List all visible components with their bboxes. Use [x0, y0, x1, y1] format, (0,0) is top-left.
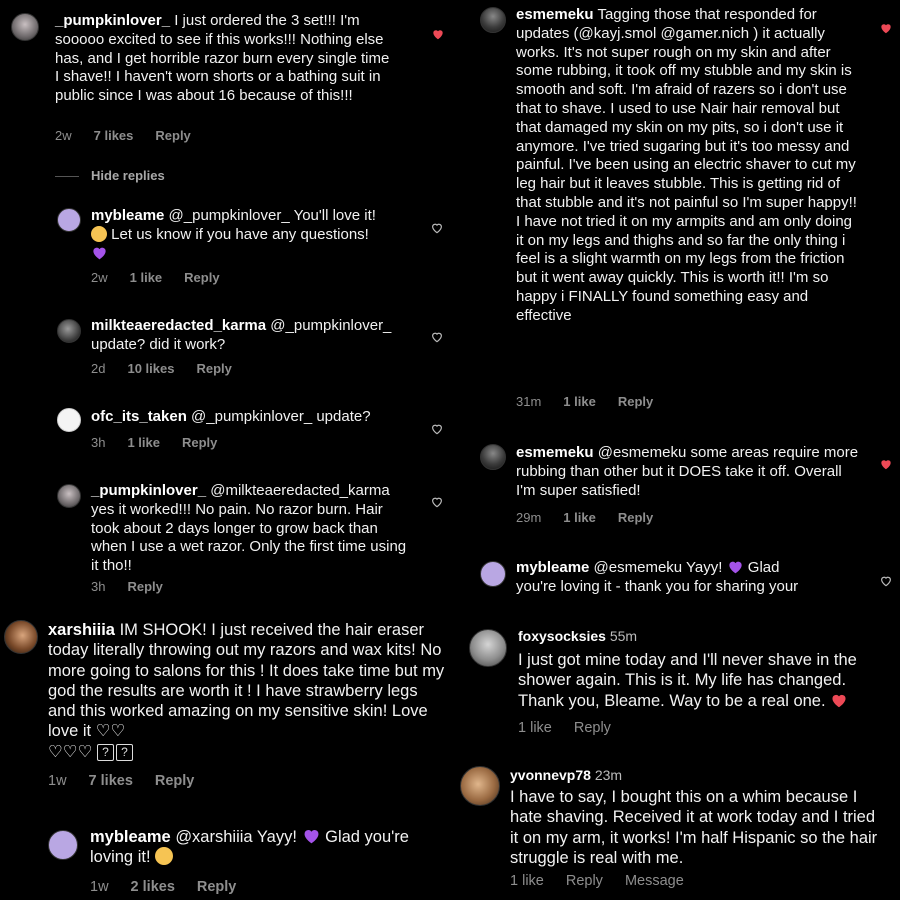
reply-button[interactable]: Reply — [184, 270, 219, 285]
comment-text: I just got mine today and I'll never sha… — [518, 651, 857, 710]
reply-button[interactable]: Reply — [618, 510, 653, 525]
heart-liked-icon[interactable] — [431, 27, 445, 41]
reply-button[interactable]: Reply — [197, 879, 237, 895]
comment-username[interactable]: mybleame — [91, 207, 164, 224]
comment-username[interactable]: _pumpkinlover_ — [55, 12, 170, 29]
avatar[interactable] — [480, 561, 506, 587]
avatar[interactable] — [57, 208, 81, 232]
comment-username[interactable]: mybleame — [516, 559, 589, 576]
heart-liked-icon[interactable] — [879, 457, 893, 471]
comment-header: foxysocksies 55m — [518, 628, 638, 644]
purple-heart-icon — [728, 561, 742, 574]
comment-username[interactable]: milkteaeredacted_karma — [91, 317, 266, 334]
avatar[interactable] — [460, 766, 500, 806]
blush-emoji-icon — [155, 847, 174, 866]
heart-liked-icon[interactable] — [879, 21, 893, 35]
comment-text: _pumpkinlover_ @milkteaeredacted_karma y… — [91, 482, 407, 575]
hide-replies-button[interactable]: Hide replies — [91, 168, 165, 183]
comment-meta: 2w 1 like Reply — [91, 270, 220, 285]
comment-meta: 3h 1 like Reply — [91, 435, 218, 450]
avatar[interactable] — [11, 13, 39, 41]
message-button[interactable]: Message — [625, 873, 684, 889]
comment-meta: 31m 1 like Reply — [516, 394, 654, 409]
comment-meta: 1 like Reply Message — [510, 873, 684, 889]
reply-button[interactable]: Reply — [127, 579, 162, 594]
avatar[interactable] — [57, 319, 81, 343]
white-heart-icon: ♡♡ — [95, 722, 126, 741]
purple-heart-icon — [93, 247, 106, 259]
comment-text: I have to say, I bought this on a whim b… — [510, 788, 878, 867]
heart-outline-icon[interactable] — [879, 574, 893, 588]
comment-meta: 1w 2 likes Reply — [90, 879, 237, 895]
purple-heart-icon — [304, 830, 318, 844]
reply-button[interactable]: Reply — [196, 361, 231, 376]
comment-text: mybleame @esmemeku Yayy! Glad you're lov… — [516, 559, 799, 595]
red-heart-icon — [832, 694, 846, 707]
avatar[interactable] — [4, 620, 38, 654]
reply-button[interactable]: Reply — [155, 128, 190, 143]
comments-panel-1: _pumpkinlover_ I just ordered the 3 set!… — [0, 0, 452, 598]
blush-emoji-icon — [91, 225, 107, 242]
avatar[interactable] — [57, 484, 81, 508]
comments-panel-3: xarshiiia IM SHOOK! I just received the … — [0, 598, 452, 900]
comment-text: _pumpkinlover_ I just ordered the 3 set!… — [55, 12, 390, 105]
heart-outline-icon[interactable] — [430, 330, 444, 344]
comment-meta: 2w 7 likes Reply — [55, 128, 191, 143]
reply-button[interactable]: Reply — [182, 435, 217, 450]
heart-outline-icon[interactable] — [430, 495, 444, 509]
comment-username[interactable]: foxysocksies — [518, 628, 606, 644]
comment-username[interactable]: esmemeku — [516, 444, 594, 461]
missing-glyph-icon: ? — [96, 743, 114, 761]
heart-outline-icon[interactable] — [430, 221, 444, 235]
avatar[interactable] — [48, 830, 78, 860]
comment-meta: 2d 10 likes Reply — [91, 361, 232, 376]
comment-text: milkteaeredacted_karma @_pumpkinlover_ u… — [91, 317, 392, 353]
avatar[interactable] — [480, 7, 506, 33]
comment-text: xarshiiia IM SHOOK! I just received the … — [48, 621, 445, 761]
comment-text: esmemeku @esmemeku some areas require mo… — [516, 444, 859, 499]
comment-username[interactable]: yvonnevp78 — [510, 767, 591, 783]
comment-text: mybleame @_pumpkinlover_ You'll love it!… — [91, 207, 411, 265]
comment-text: esmemeku Tagging those that responded fo… — [516, 6, 857, 324]
reply-button[interactable]: Reply — [566, 873, 603, 889]
comment-username[interactable]: esmemeku — [516, 6, 594, 23]
comment-text: ofc_its_taken @_pumpkinlover_ update? — [91, 408, 371, 425]
comment-username[interactable]: ofc_its_taken — [91, 408, 187, 425]
comment-username[interactable]: xarshiiia — [48, 621, 115, 639]
reply-button[interactable]: Reply — [574, 720, 611, 736]
missing-glyph-icon: ? — [115, 743, 133, 761]
reply-button[interactable]: Reply — [155, 773, 195, 789]
white-heart-icon: ♡♡♡ — [48, 742, 93, 761]
avatar[interactable] — [57, 408, 81, 432]
comment-meta: 29m 1 like Reply — [516, 510, 654, 525]
comments-panel-2: esmemeku Tagging those that responded fo… — [452, 0, 900, 598]
comment-text: mybleame @xarshiiia Yayy! Glad you're lo… — [90, 828, 409, 867]
avatar[interactable] — [480, 444, 506, 470]
comments-panel-4: foxysocksies 55m I just got mine today a… — [452, 598, 900, 900]
comment-header: yvonnevp78 23m — [510, 767, 623, 783]
comment-meta: 3h Reply — [91, 579, 163, 594]
comment-meta: 1 like Reply — [518, 720, 611, 736]
comment-meta: 1w 7 likes Reply — [48, 773, 195, 789]
reply-button[interactable]: Reply — [618, 394, 653, 409]
comment-username[interactable]: mybleame — [90, 828, 171, 846]
comment-username[interactable]: _pumpkinlover_ — [91, 482, 206, 499]
avatar[interactable] — [469, 629, 507, 667]
heart-outline-icon[interactable] — [430, 422, 444, 436]
